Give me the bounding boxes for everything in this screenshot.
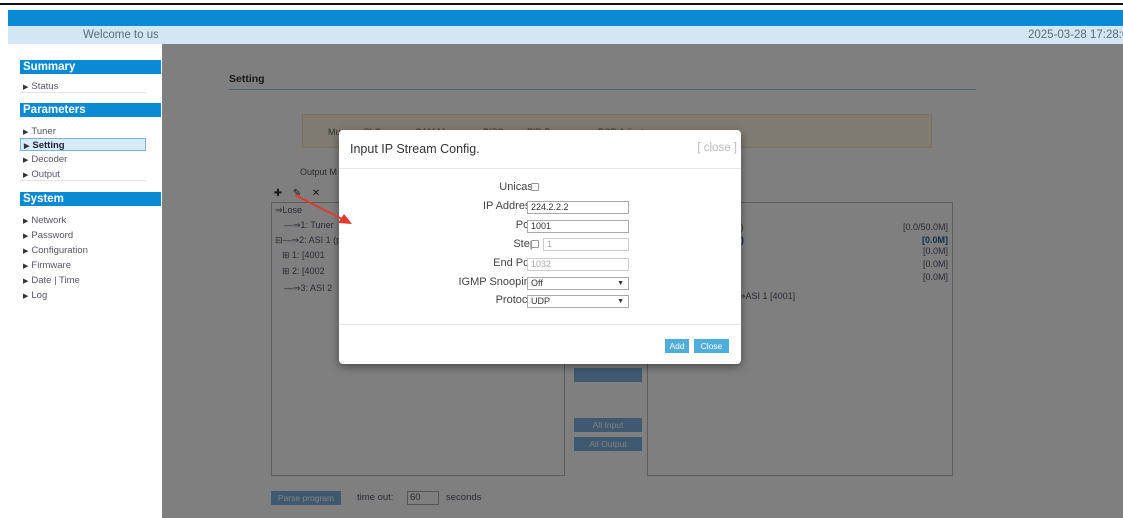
chevron-down-icon: ▼ bbox=[617, 280, 624, 287]
triangle-icon: ▶ bbox=[23, 84, 29, 91]
triangle-icon: ▶ bbox=[23, 233, 29, 240]
dialog-divider bbox=[339, 324, 741, 325]
triangle-icon: ▶ bbox=[23, 278, 29, 285]
protocol-select[interactable]: UDP ▼ bbox=[527, 295, 629, 308]
welcome-text: Welcome to use bbox=[83, 29, 158, 41]
igmp-snooping-select[interactable]: Off ▼ bbox=[527, 277, 629, 290]
add-button[interactable]: Add bbox=[665, 339, 689, 353]
triangle-icon: ▶ bbox=[23, 172, 29, 179]
sidebar-item-configuration[interactable]: ▶ Configuration bbox=[20, 244, 146, 257]
step-input[interactable]: 1 bbox=[543, 238, 629, 251]
sidebar-item-firmware[interactable]: ▶ Firmware bbox=[20, 259, 146, 272]
sidebar-item-status[interactable]: ▶ Status bbox=[20, 80, 146, 93]
dialog-title: Input IP Stream Config. bbox=[350, 142, 480, 156]
sidebar-item-date-time[interactable]: ▶ Date | Time bbox=[20, 274, 146, 287]
sidebar-item-network[interactable]: ▶ Network bbox=[20, 214, 146, 227]
sidebar-section-parameters: Parameters bbox=[20, 103, 161, 117]
sidebar-section-system: System bbox=[20, 192, 161, 206]
sidebar-item-decoder[interactable]: ▶ Decoder bbox=[20, 153, 146, 166]
dialog-close-link[interactable]: [ close ] bbox=[697, 142, 737, 154]
top-rule bbox=[0, 3, 1123, 5]
triangle-icon: ▶ bbox=[24, 143, 30, 150]
port-input[interactable]: 1001 bbox=[527, 220, 629, 233]
triangle-icon: ▶ bbox=[23, 157, 29, 164]
dialog-divider bbox=[339, 168, 741, 169]
header-bar bbox=[8, 10, 1123, 26]
step-checkbox[interactable] bbox=[531, 240, 539, 248]
welcome-bar: Welcome to use 2025-03-28 17:28:06 bbox=[8, 26, 1123, 44]
triangle-icon: ▶ bbox=[23, 293, 29, 300]
sidebar-item-tuner[interactable]: ▶ Tuner bbox=[20, 125, 146, 138]
sidebar-section-summary: Summary bbox=[20, 60, 161, 74]
sidebar-item-setting[interactable]: ▶ Setting bbox=[20, 138, 146, 151]
end-port-input[interactable]: 1032 bbox=[527, 258, 629, 271]
annotation-arrow-icon bbox=[294, 194, 352, 224]
chevron-down-icon: ▼ bbox=[617, 298, 624, 305]
triangle-icon: ▶ bbox=[23, 218, 29, 225]
close-button[interactable]: Close bbox=[694, 339, 729, 353]
unicast-checkbox[interactable] bbox=[531, 183, 539, 191]
triangle-icon: ▶ bbox=[23, 248, 29, 255]
triangle-icon: ▶ bbox=[23, 129, 29, 136]
sidebar-item-output[interactable]: ▶ Output bbox=[20, 168, 146, 181]
sidebar: Summary ▶ Status Parameters ▶ Tuner ▶ Setti… bbox=[8, 44, 162, 518]
ip-stream-config-dialog: Input IP Stream Config. [ close ] Unicas… bbox=[339, 130, 741, 364]
ip-address-input[interactable]: 224.2.2.2 bbox=[527, 201, 629, 214]
triangle-icon: ▶ bbox=[23, 263, 29, 270]
sidebar-item-log[interactable]: ▶ Log bbox=[20, 289, 146, 302]
datetime: 2025-03-28 17:28:06 bbox=[1028, 29, 1123, 41]
sidebar-item-password[interactable]: ▶ Password bbox=[20, 229, 146, 242]
